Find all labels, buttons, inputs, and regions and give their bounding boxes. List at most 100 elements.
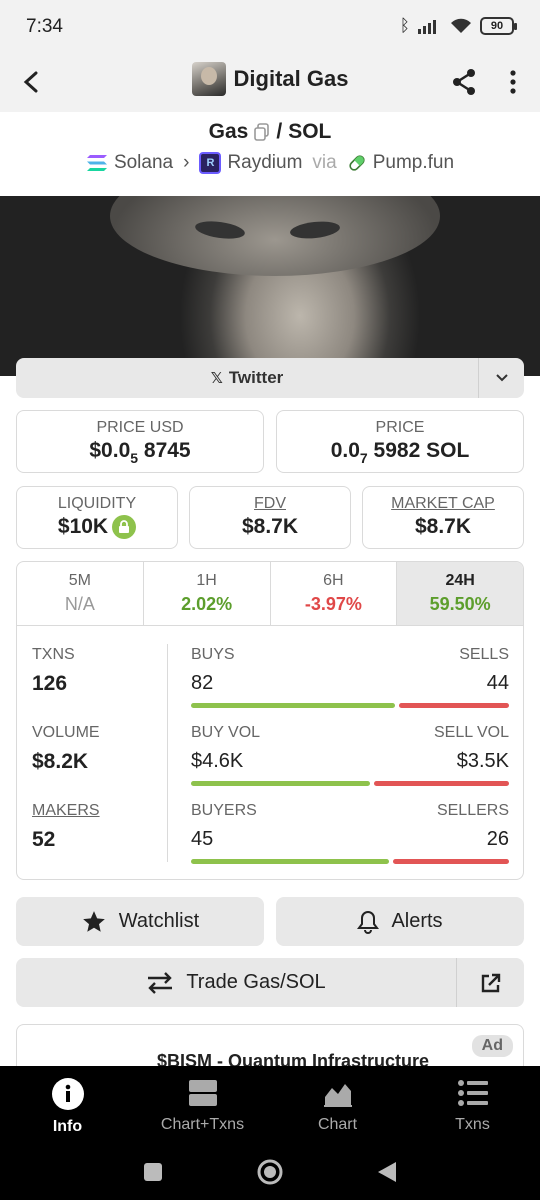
swap-arrows-icon	[148, 971, 173, 994]
tab-txns[interactable]: Txns	[405, 1066, 540, 1146]
volume-split-block: BUY VOL SELL VOL $4.6K $3.5K	[191, 724, 509, 786]
market-cap-label: MARKET CAP	[391, 495, 495, 512]
bell-icon	[357, 910, 380, 934]
status-bar: 7:34 ᛒ 90	[0, 0, 540, 52]
via-label: via	[312, 152, 337, 173]
buys-label: BUYS	[191, 646, 235, 663]
txns-block: TXNS 126	[32, 646, 75, 696]
tab-txns-label: Txns	[455, 1116, 490, 1133]
back-triangle-icon[interactable]	[376, 1160, 398, 1184]
alerts-label: Alerts	[391, 910, 443, 932]
tab-6h-change: -3.97%	[304, 594, 362, 614]
volume-value: $8.2K	[32, 750, 89, 773]
buy-vol-value: $4.6K	[191, 750, 244, 772]
fdv-card[interactable]: FDV $8.7K	[189, 486, 351, 549]
star-icon	[82, 910, 105, 932]
chevron-down-icon	[495, 374, 508, 382]
buy-vol-bar	[191, 781, 370, 786]
sells-bar	[399, 703, 509, 708]
info-icon	[51, 1078, 84, 1110]
tab-1h-label: 1H	[196, 572, 217, 589]
volume-block: VOLUME $8.2K	[32, 724, 100, 774]
share-icon	[453, 69, 475, 95]
makers-value: 52	[32, 828, 56, 851]
buys-value: 82	[191, 672, 214, 694]
alerts-button[interactable]: Alerts	[276, 897, 524, 946]
chevron-right-icon: ›	[183, 152, 190, 173]
market-cap-card[interactable]: MARKET CAP $8.7K	[362, 486, 524, 549]
links-dropdown-button[interactable]	[478, 358, 524, 398]
raydium-icon: R	[199, 152, 222, 174]
signal-icon	[418, 20, 436, 34]
ad-badge: Ad	[471, 1035, 513, 1057]
dex-name[interactable]: Raydium	[227, 152, 302, 174]
tab-24h[interactable]: 24H 59.50%	[397, 562, 523, 625]
list-icon	[457, 1080, 488, 1106]
tab-6h[interactable]: 6H -3.97%	[271, 562, 398, 625]
area-chart-icon	[323, 1084, 352, 1107]
twitter-button[interactable]: 𝕏 Twitter	[16, 358, 478, 398]
trade-external-button[interactable]	[456, 958, 524, 1007]
fdv-label: FDV	[254, 495, 286, 512]
tab-5m[interactable]: 5M N/A	[17, 562, 144, 625]
pair-name: Gas / SOL	[0, 120, 540, 144]
share-button[interactable]	[446, 64, 482, 100]
buyers-sellers-bar	[191, 859, 509, 864]
tab-info[interactable]: Info	[0, 1066, 135, 1146]
links-bar: 𝕏 Twitter	[16, 358, 524, 398]
txns-label: TXNS	[32, 646, 75, 663]
price-native-zeros: 7	[359, 450, 368, 466]
fdv-value: $8.7K	[241, 515, 299, 538]
sell-vol-value: $3.5K	[456, 750, 509, 772]
price-native-label: PRICE	[375, 419, 425, 436]
buys-bar	[191, 703, 396, 708]
bottom-navigation: Info Chart+Txns Chart Txns	[0, 1066, 540, 1200]
sellers-bar	[392, 859, 509, 864]
buyers-label: BUYERS	[191, 802, 257, 819]
lock-icon[interactable]	[112, 515, 137, 540]
status-time: 7:34	[26, 16, 63, 37]
price-usd-label: PRICE USD	[96, 419, 184, 436]
sellers-value: 26	[486, 828, 509, 850]
launchpad-name[interactable]: Pump.fun	[373, 152, 454, 174]
price-usd-value: $0.05 8745	[17, 439, 263, 466]
price-usd-zeros: 5	[130, 450, 139, 466]
tab-24h-change: 59.50%	[429, 594, 491, 614]
token-avatar	[191, 62, 226, 96]
tab-chart[interactable]: Chart	[270, 1066, 405, 1146]
battery-icon: 90	[480, 17, 517, 35]
watchlist-button[interactable]: Watchlist	[16, 897, 264, 946]
tab-info-label: Info	[52, 1118, 83, 1135]
more-options-button[interactable]	[498, 64, 528, 100]
makers-block[interactable]: MAKERS 52	[32, 802, 100, 852]
tab-chart-txns[interactable]: Chart+Txns	[135, 1066, 270, 1146]
system-navigation	[0, 1158, 540, 1186]
split-view-icon	[188, 1080, 217, 1106]
more-vertical-icon	[510, 70, 516, 94]
tab-5m-label: 5M	[68, 572, 91, 589]
chain-name[interactable]: Solana	[114, 152, 173, 174]
solana-icon	[86, 155, 107, 171]
token-banner-image	[0, 196, 540, 376]
tab-1h[interactable]: 1H 2.02%	[144, 562, 271, 625]
trade-label: Trade Gas/SOL	[186, 971, 326, 993]
tab-24h-label: 24H	[445, 572, 475, 589]
trade-button[interactable]: Trade Gas/SOL	[16, 958, 456, 1007]
status-icons: ᛒ 90	[400, 16, 517, 36]
price-native-digits: 5982 SOL	[373, 439, 470, 462]
stats-panel: 5M N/A 1H 2.02% 6H -3.97% 24H 59.50% TXN…	[16, 561, 524, 880]
base-symbol: Gas	[208, 120, 249, 143]
twitter-label: Twitter	[228, 368, 284, 387]
bottom-tabs: Info Chart+Txns Chart Txns	[0, 1066, 540, 1146]
sell-vol-label: SELL VOL	[433, 724, 509, 741]
tab-5m-change: N/A	[64, 594, 95, 614]
buys-sells-block: BUYS SELLS 82 44	[191, 646, 509, 708]
sellers-label: SELLERS	[436, 802, 509, 819]
buys-sells-bar	[191, 703, 509, 708]
app-header: Digital Gas	[0, 52, 540, 112]
copy-icon[interactable]	[254, 123, 270, 141]
tab-6h-label: 6H	[323, 572, 344, 589]
home-icon[interactable]	[256, 1158, 284, 1186]
sells-value: 44	[486, 672, 509, 694]
recents-icon[interactable]	[142, 1161, 164, 1183]
